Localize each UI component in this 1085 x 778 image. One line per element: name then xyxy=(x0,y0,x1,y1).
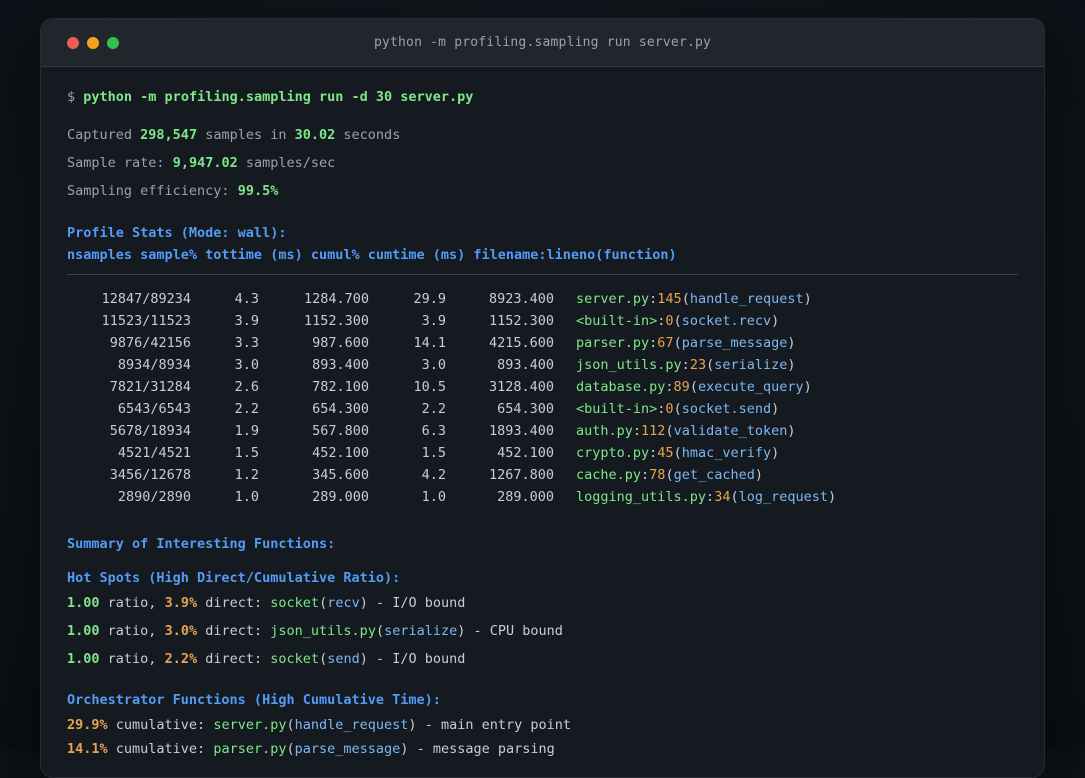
terminal-window: python -m profiling.sampling run server.… xyxy=(40,18,1045,778)
orchestrator-line: 14.1% cumulative: parser.py(parse_messag… xyxy=(67,741,555,757)
function-location: crypto.py:45(hmac_verify) xyxy=(576,445,780,461)
function-location: <built-in>:0(socket.send) xyxy=(576,401,780,417)
function-location: server.py:145(handle_request) xyxy=(576,291,812,307)
samples-count: 298,547 xyxy=(140,127,198,143)
command-line: $ python -m profiling.sampling run -d 30… xyxy=(67,87,1018,107)
table-row: 2890/2890 1.0 289.000 1.0 289.000 logging_uti… xyxy=(67,486,1018,508)
table-row: 8934/8934 3.0 893.400 3.0 893.400 json_utils.… xyxy=(67,354,1018,376)
hotspots-heading: Hot Spots (High Direct/Cumulative Ratio)… xyxy=(67,570,401,586)
table-row: 4521/4521 1.5 452.100 1.5 452.100 crypto.py:4… xyxy=(67,442,1018,464)
table-row: 12847/89234 4.3 1284.700 29.9 8923.400 server… xyxy=(67,288,1018,310)
rate-value: 9,947.02 xyxy=(172,155,238,171)
close-button[interactable] xyxy=(67,36,79,49)
efficiency-line: Sampling efficiency: 99.5% xyxy=(67,183,279,199)
hotspot-target: socket(send) xyxy=(270,651,368,667)
table-column-header: nsamples sample% tottime (ms) cumul% cum… xyxy=(67,247,677,263)
table-divider xyxy=(67,274,1018,275)
captured-stats-line: Captured 298,547 samples in 30.02 second… xyxy=(67,127,401,143)
hotspot-line: 1.00 ratio, 3.9% direct: socket(recv) - … xyxy=(67,595,466,611)
efficiency-value: 99.5% xyxy=(237,183,279,199)
orchestrator-line: 29.9% cumulative: server.py(handle_reque… xyxy=(67,717,572,733)
profile-stats-heading: Profile Stats (Mode: wall): xyxy=(67,225,287,241)
table-row: 5678/18934 1.9 567.800 6.3 1893.400 auth.py:1… xyxy=(67,420,1018,442)
function-location: database.py:89(execute_query) xyxy=(576,379,812,395)
desktop: { "window": { "title": "python -m profil… xyxy=(0,0,1085,778)
function-location: parser.py:67(parse_message) xyxy=(576,335,796,351)
table-row: 7821/31284 2.6 782.100 10.5 3128.400 database… xyxy=(67,376,1018,398)
function-location: logging_utils.py:34(log_request) xyxy=(576,489,837,505)
table-row: 9876/42156 3.3 987.600 14.1 4215.600 parser.p… xyxy=(67,332,1018,354)
table-row: 11523/11523 3.9 1152.300 3.9 1152.300 <built-… xyxy=(67,310,1018,332)
summary-heading: Summary of Interesting Functions: xyxy=(67,536,336,552)
hotspot-line: 1.00 ratio, 3.0% direct: json_utils.py(s… xyxy=(67,623,563,639)
titlebar[interactable]: python -m profiling.sampling run server.… xyxy=(41,19,1044,67)
command-text: python -m profiling.sampling run -d 30 s… xyxy=(83,89,474,105)
hotspot-target: socket(recv) xyxy=(270,595,368,611)
function-location: <built-in>:0(socket.recv) xyxy=(576,313,780,329)
window-title: python -m profiling.sampling run server.… xyxy=(373,35,712,50)
function-location: auth.py:112(validate_token) xyxy=(576,423,796,439)
maximize-button[interactable] xyxy=(107,36,119,49)
table-row: 3456/12678 1.2 345.600 4.2 1267.800 cache.py:… xyxy=(67,464,1018,486)
hotspot-line: 1.00 ratio, 2.2% direct: socket(send) - … xyxy=(67,651,466,667)
table-row: 6543/6543 2.2 654.300 2.2 654.300 <built-in>:… xyxy=(67,398,1018,420)
function-location: cache.py:78(get_cached) xyxy=(576,467,763,483)
window-controls xyxy=(41,36,119,49)
orchestrator-target: server.py(handle_request) xyxy=(213,717,417,733)
sample-rate-line: Sample rate: 9,947.02 samples/sec xyxy=(67,155,336,171)
terminal-body[interactable]: $ python -m profiling.sampling run -d 30… xyxy=(41,67,1044,777)
prompt-symbol: $ xyxy=(67,89,76,105)
duration-value: 30.02 xyxy=(294,127,336,143)
profile-table: 12847/89234 4.3 1284.700 29.9 8923.400 server… xyxy=(67,288,1018,508)
minimize-button[interactable] xyxy=(87,36,99,49)
orchestrator-target: parser.py(parse_message) xyxy=(213,741,409,757)
orchestrators-heading: Orchestrator Functions (High Cumulative … xyxy=(67,692,441,708)
function-location: json_utils.py:23(serialize) xyxy=(576,357,796,373)
hotspot-target: json_utils.py(serialize) xyxy=(270,623,466,639)
